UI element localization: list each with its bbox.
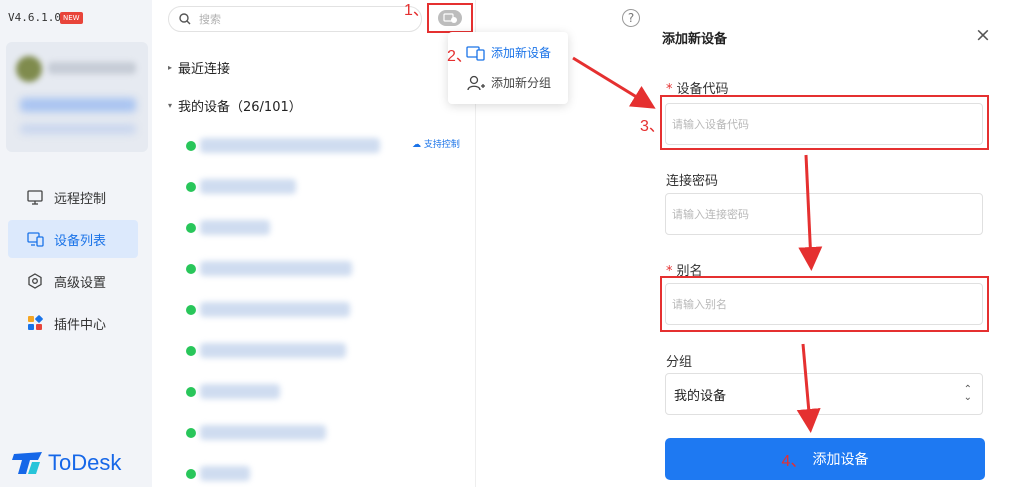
list-item[interactable]: ☁ 支持控制 [182, 128, 472, 169]
online-status-dot [186, 182, 196, 192]
close-icon[interactable]: × [975, 24, 991, 46]
device-name-blurred [200, 425, 326, 440]
sidebar-item-label: 高级设置 [54, 275, 107, 291]
sidebar-item-device-list[interactable]: 设备列表 [8, 220, 138, 258]
device-name-blurred [200, 343, 346, 358]
device-name-blurred [200, 138, 380, 153]
account-plan-blurred [20, 98, 136, 112]
plugins-icon [26, 314, 44, 332]
menu-item-label: 添加新分组 [491, 76, 552, 90]
password-field[interactable]: 请输入连接密码 [665, 193, 983, 235]
sidebar-item-remote-control[interactable]: 远程控制 [8, 178, 138, 216]
group-my-devices[interactable]: ▾ 我的设备（26/101） [168, 96, 302, 115]
device-name-blurred [200, 384, 280, 399]
support-control-badge: ☁ 支持控制 [412, 137, 460, 150]
online-status-dot [186, 305, 196, 315]
step-2-annotation: 2、 [447, 48, 472, 65]
form-title: 添加新设备 [662, 32, 728, 47]
version-label: V4.6.1.0 [8, 11, 61, 24]
list-item[interactable] [182, 456, 472, 487]
logo-text: ToDesk [48, 450, 122, 475]
step-4-annotation: 4、 [781, 453, 807, 470]
password-label: 连接密码 [666, 174, 719, 189]
group-label: 最近连接 [178, 62, 231, 77]
online-status-dot [186, 223, 196, 233]
device-name-blurred [200, 179, 296, 194]
sidebar-item-plugin-center[interactable]: 插件中心 [8, 304, 138, 342]
sidebar-item-label: 插件中心 [54, 317, 107, 333]
online-status-dot [186, 469, 196, 479]
sidebar-item-label: 设备列表 [54, 233, 107, 249]
add-button[interactable] [438, 10, 462, 26]
list-item[interactable] [182, 169, 472, 210]
new-badge: NEW [60, 12, 83, 24]
list-item[interactable] [182, 374, 472, 415]
caret-right-icon: ▸ [168, 63, 173, 72]
online-status-dot [186, 387, 196, 397]
step-3-highlight-alias [660, 276, 989, 332]
search-icon [179, 13, 191, 25]
help-icon[interactable]: ? [622, 9, 640, 27]
device-name-blurred [200, 302, 350, 317]
group-label: 我的设备（26/101） [178, 100, 302, 115]
add-device-form: 添加新设备 × * 设备代码 请输入设备代码 连接密码 请输入连接密码 * 别名 请… [652, 0, 1020, 487]
add-device-button[interactable]: 4、 添加设备 [665, 438, 985, 480]
device-name-blurred [200, 261, 352, 276]
group-recent-connections[interactable]: ▸ 最近连接 [168, 58, 230, 77]
support-control-icon: ☁ [412, 140, 421, 150]
device-panel: 搜索 1、 ▸ 最近连接 ▾ 我的设备（26/101） ☁ 支持控制 [152, 0, 476, 487]
list-item[interactable] [182, 210, 472, 251]
sidebar-item-label: 远程控制 [54, 191, 107, 207]
menu-item-label: 添加新设备 [491, 46, 552, 60]
list-item[interactable] [182, 333, 472, 374]
list-item[interactable] [182, 415, 472, 456]
support-control-label: 支持控制 [423, 140, 460, 150]
device-list: ☁ 支持控制 [182, 128, 472, 487]
todesk-logo: ToDesk [12, 450, 121, 476]
list-item[interactable] [182, 251, 472, 292]
group-label: 分组 [666, 355, 693, 370]
step-3-annotation: 3、 [640, 118, 665, 135]
online-status-dot [186, 264, 196, 274]
group-select[interactable]: 我的设备 ⌃ ⌄ [665, 373, 983, 415]
arrow-to-form [572, 56, 656, 109]
settings-icon [26, 272, 44, 290]
sidebar-item-advanced-settings[interactable]: 高级设置 [8, 262, 138, 300]
step-1-highlight [427, 3, 473, 33]
caret-down-icon: ▾ [168, 101, 173, 110]
sidebar: V4.6.1.0 NEW 远程控制 设备列表 高级设置 插件中心 ToDesk [0, 0, 152, 487]
search-input[interactable]: 搜索 [168, 6, 422, 32]
online-status-dot [186, 141, 196, 151]
sidebar-nav: 远程控制 设备列表 高级设置 插件中心 [8, 178, 138, 346]
avatar [16, 56, 42, 82]
account-card[interactable] [6, 42, 148, 152]
monitor-icon [26, 188, 44, 206]
select-updown-icon: ⌃ ⌄ [963, 384, 972, 403]
step-3-highlight-device-code [660, 95, 989, 150]
search-placeholder: 搜索 [199, 13, 221, 26]
online-status-dot [186, 428, 196, 438]
add-device-button-label: 添加设备 [812, 452, 869, 468]
device-name-blurred [200, 220, 270, 235]
add-user-icon [467, 75, 485, 90]
step-1-annotation: 1、 [404, 2, 429, 19]
add-device-icon [443, 13, 457, 23]
menu-item-add-device[interactable]: 添加新设备 [466, 44, 551, 61]
todesk-logo-icon [12, 452, 42, 474]
password-placeholder: 请输入连接密码 [672, 208, 749, 221]
list-item[interactable] [182, 292, 472, 333]
group-select-value: 我的设备 [674, 388, 727, 404]
online-status-dot [186, 346, 196, 356]
device-name-blurred [200, 466, 250, 481]
menu-item-add-group[interactable]: 添加新分组 [466, 74, 551, 91]
account-name-blurred [48, 62, 136, 74]
account-info-blurred [20, 124, 136, 134]
devices-icon [26, 230, 44, 248]
